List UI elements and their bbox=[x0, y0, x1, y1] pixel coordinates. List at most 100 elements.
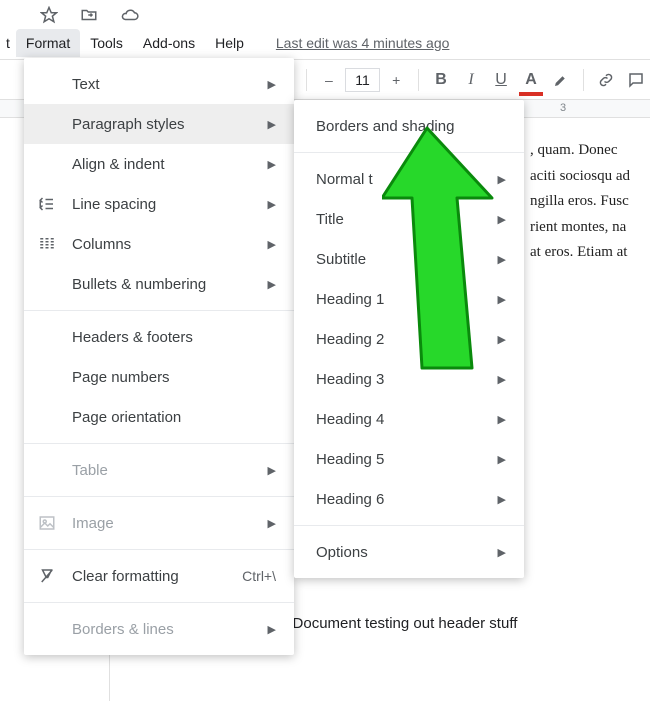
menu-item-label: Borders and shading bbox=[316, 118, 506, 135]
menu-separator bbox=[24, 443, 294, 444]
format-menu-item[interactable]: Align & indent ▶ bbox=[24, 144, 294, 184]
menu-tools[interactable]: Tools bbox=[80, 29, 133, 57]
insert-comment-button[interactable] bbox=[622, 66, 650, 94]
menu-separator bbox=[24, 602, 294, 603]
format-menu-item[interactable]: Columns▶ bbox=[24, 224, 294, 264]
menu-item-label: Title bbox=[316, 211, 486, 228]
submenu-arrow-icon: ▶ bbox=[268, 118, 276, 131]
text-color-button[interactable]: A bbox=[517, 66, 545, 94]
format-menu-item: Table ▶ bbox=[24, 450, 294, 490]
paragraph-style-item[interactable]: Heading 1 ▶ bbox=[294, 279, 524, 319]
menu-item-label: Subtitle bbox=[316, 251, 486, 268]
menu-item-label: Heading 5 bbox=[316, 451, 486, 468]
submenu-arrow-icon: ▶ bbox=[498, 293, 506, 306]
cloud-icon[interactable] bbox=[120, 6, 140, 24]
submenu-arrow-icon: ▶ bbox=[268, 623, 276, 636]
submenu-arrow-icon: ▶ bbox=[498, 413, 506, 426]
font-size-input[interactable]: 11 bbox=[345, 68, 380, 92]
paragraph-style-item[interactable]: Borders and shading bbox=[294, 106, 524, 146]
menu-item-label: Text bbox=[72, 76, 256, 93]
menubar: t Format Tools Add-ons Help Last edit wa… bbox=[0, 26, 650, 60]
font-size-increase[interactable]: + bbox=[382, 66, 410, 94]
format-menu-item[interactable]: Page numbers bbox=[24, 357, 294, 397]
menu-item-label: Heading 6 bbox=[316, 491, 486, 508]
insert-link-button[interactable] bbox=[592, 66, 620, 94]
submenu-arrow-icon: ▶ bbox=[498, 173, 506, 186]
menu-item-label: Headers & footers bbox=[72, 329, 276, 346]
submenu-arrow-icon: ▶ bbox=[498, 253, 506, 266]
format-menu-item[interactable]: Headers & footers bbox=[24, 317, 294, 357]
menu-item-label: Options bbox=[316, 544, 486, 561]
toolbar-separator bbox=[583, 69, 584, 91]
format-menu-item[interactable]: Bullets & numbering ▶ bbox=[24, 264, 294, 304]
submenu-arrow-icon: ▶ bbox=[498, 333, 506, 346]
toolbar-separator bbox=[418, 69, 419, 91]
submenu-arrow-icon: ▶ bbox=[268, 238, 276, 251]
paragraph-style-item[interactable]: Heading 2 ▶ bbox=[294, 319, 524, 359]
menubar-cut-left: t bbox=[4, 35, 16, 51]
menu-addons[interactable]: Add-ons bbox=[133, 29, 205, 57]
ruler-tick: 3 bbox=[560, 102, 566, 114]
menu-separator bbox=[24, 496, 294, 497]
menu-format[interactable]: Format bbox=[16, 29, 80, 57]
menu-item-label: Heading 3 bbox=[316, 371, 486, 388]
toolbar-separator bbox=[306, 69, 307, 91]
paragraph-style-item[interactable]: Heading 3 ▶ bbox=[294, 359, 524, 399]
format-menu: Text ▶ Paragraph styles ▶ Align & indent ▶ Lin… bbox=[24, 58, 294, 655]
menu-item-label: Borders & lines bbox=[72, 621, 256, 638]
submenu-arrow-icon: ▶ bbox=[498, 453, 506, 466]
paragraph-style-item[interactable]: Normal t ▶ bbox=[294, 159, 524, 199]
menu-item-label: Align & indent bbox=[72, 156, 256, 173]
format-menu-item[interactable]: Page orientation bbox=[24, 397, 294, 437]
menu-item-shortcut: Ctrl+\ bbox=[242, 568, 276, 584]
menu-item-label: Heading 1 bbox=[316, 291, 486, 308]
menu-item-label: Normal t bbox=[316, 171, 486, 188]
columns-icon bbox=[38, 235, 72, 253]
underline-button[interactable]: U bbox=[487, 66, 515, 94]
paragraph-style-item[interactable]: Options ▶ bbox=[294, 532, 524, 572]
format-menu-item[interactable]: Text ▶ bbox=[24, 64, 294, 104]
star-icon[interactable] bbox=[40, 6, 58, 24]
linesp-icon bbox=[38, 195, 72, 213]
submenu-arrow-icon: ▶ bbox=[268, 278, 276, 291]
submenu-arrow-icon: ▶ bbox=[268, 158, 276, 171]
italic-button[interactable]: I bbox=[457, 66, 485, 94]
menu-separator bbox=[24, 310, 294, 311]
menu-item-label: Page orientation bbox=[72, 409, 276, 426]
font-size-decrease[interactable]: – bbox=[315, 66, 343, 94]
paragraph-style-item[interactable]: Subtitle ▶ bbox=[294, 239, 524, 279]
menu-separator bbox=[24, 549, 294, 550]
menu-item-label: Line spacing bbox=[72, 196, 256, 213]
submenu-arrow-icon: ▶ bbox=[268, 78, 276, 91]
menu-item-label: Clear formatting bbox=[72, 568, 230, 585]
format-menu-item[interactable]: Paragraph styles ▶ bbox=[24, 104, 294, 144]
paragraph-style-item[interactable]: Heading 4 ▶ bbox=[294, 399, 524, 439]
submenu-arrow-icon: ▶ bbox=[498, 213, 506, 226]
highlight-button[interactable] bbox=[547, 66, 575, 94]
paragraph-styles-submenu: Borders and shadingNormal t▶Title▶Subtit… bbox=[294, 100, 524, 578]
menu-item-label: Page numbers bbox=[72, 369, 276, 386]
doc-footer-note: e Document testing out header stuff bbox=[280, 611, 517, 637]
last-edit-link[interactable]: Last edit was 4 minutes ago bbox=[276, 35, 450, 51]
menu-item-label: Heading 2 bbox=[316, 331, 486, 348]
titlebar-icons bbox=[0, 0, 650, 26]
format-menu-item[interactable]: Clear formatting Ctrl+\ bbox=[24, 556, 294, 596]
menu-item-label: Heading 4 bbox=[316, 411, 486, 428]
submenu-arrow-icon: ▶ bbox=[498, 546, 506, 559]
menu-item-label: Table bbox=[72, 462, 256, 479]
format-menu-item: Borders & lines ▶ bbox=[24, 609, 294, 649]
menu-separator bbox=[294, 525, 524, 526]
bold-button[interactable]: B bbox=[427, 66, 455, 94]
format-menu-item[interactable]: Line spacing▶ bbox=[24, 184, 294, 224]
paragraph-style-item[interactable]: Title ▶ bbox=[294, 199, 524, 239]
move-folder-icon[interactable] bbox=[80, 6, 98, 24]
clear-icon bbox=[38, 567, 72, 585]
menu-help[interactable]: Help bbox=[205, 29, 254, 57]
menu-item-label: Paragraph styles bbox=[72, 116, 256, 133]
menu-item-label: Bullets & numbering bbox=[72, 276, 256, 293]
submenu-arrow-icon: ▶ bbox=[498, 493, 506, 506]
paragraph-style-item[interactable]: Heading 6 ▶ bbox=[294, 479, 524, 519]
submenu-arrow-icon: ▶ bbox=[498, 373, 506, 386]
submenu-arrow-icon: ▶ bbox=[268, 464, 276, 477]
paragraph-style-item[interactable]: Heading 5 ▶ bbox=[294, 439, 524, 479]
